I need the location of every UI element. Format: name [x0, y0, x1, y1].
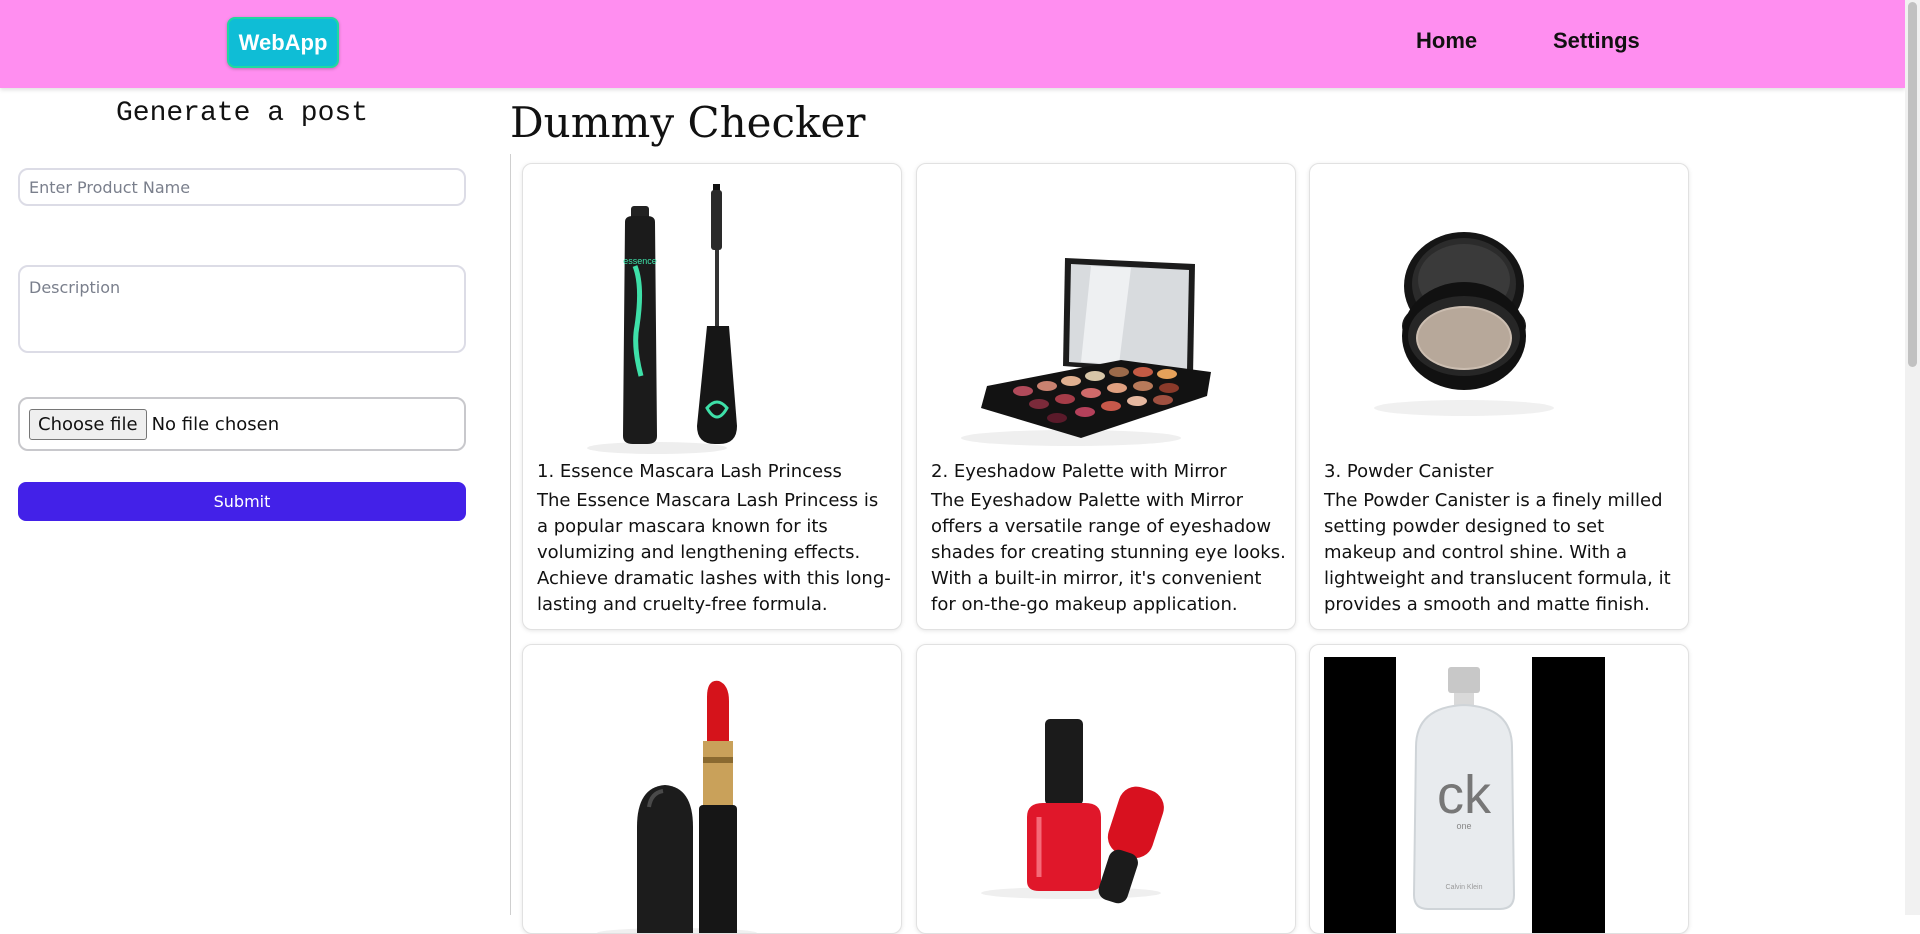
powder-canister-icon — [1374, 232, 1554, 416]
svg-text:one: one — [1456, 821, 1471, 831]
content-divider — [510, 154, 511, 915]
page-title: Dummy Checker — [510, 98, 866, 147]
product-description: The Eyeshadow Palette with Mirror offers… — [931, 490, 1286, 615]
nav-home-link[interactable]: Home — [1416, 28, 1477, 54]
file-status-text: No file chosen — [151, 413, 280, 435]
product-description: The Essence Mascara Lash Princess is a p… — [537, 490, 891, 615]
choose-file-button[interactable]: Choose file — [29, 408, 147, 440]
eyeshadow-palette-icon — [961, 258, 1211, 446]
product-card[interactable]: ck one Calvin Klein — [1309, 644, 1689, 934]
product-card[interactable]: 3. Powder Canister The Powder Canister i… — [1309, 163, 1689, 630]
perfume-bottle-icon: ck one Calvin Klein — [1324, 657, 1605, 933]
product-card[interactable]: essence 1. Essence Mascara Lash Princess… — [522, 163, 902, 630]
file-upload-field: Choose file No file chosen — [18, 397, 466, 451]
product-title: 3. Powder Canister — [1324, 461, 1494, 482]
brand-logo-button[interactable]: WebApp — [227, 17, 339, 68]
product-name-input[interactable] — [18, 168, 466, 206]
scrollbar-thumb[interactable] — [1908, 2, 1917, 367]
product-title: 1. Essence Mascara Lash Princess — [537, 461, 842, 482]
product-card[interactable] — [916, 644, 1296, 934]
product-card[interactable]: 2. Eyeshadow Palette with Mirror The Eye… — [916, 163, 1296, 630]
lipstick-icon — [597, 680, 757, 933]
top-navbar: WebApp Home Settings — [0, 0, 1905, 88]
mascara-icon: essence — [587, 184, 737, 454]
product-description: The Powder Canister is a finely milled s… — [1324, 490, 1671, 615]
product-card[interactable] — [522, 644, 902, 934]
svg-text:Calvin Klein: Calvin Klein — [1446, 884, 1483, 891]
description-textarea[interactable] — [18, 265, 466, 353]
nail-polish-icon — [981, 719, 1164, 904]
page-scrollbar[interactable] — [1905, 0, 1920, 915]
form-title: Generate a post — [115, 98, 369, 129]
nav-settings-link[interactable]: Settings — [1553, 28, 1640, 54]
submit-button[interactable]: Submit — [18, 482, 466, 521]
product-title: 2. Eyeshadow Palette with Mirror — [931, 461, 1227, 482]
svg-text:essence: essence — [623, 256, 657, 266]
svg-text:ck: ck — [1437, 765, 1492, 825]
